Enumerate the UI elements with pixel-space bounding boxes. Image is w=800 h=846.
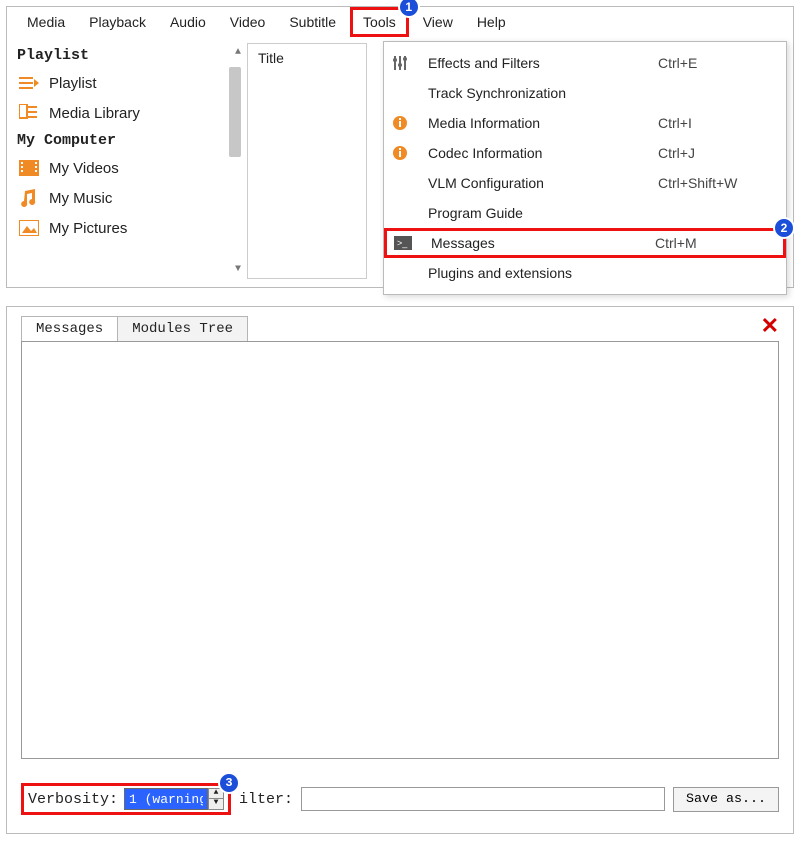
menuitem-messages[interactable]: >_ Messages Ctrl+M 2 — [384, 228, 786, 258]
callout-badge-2: 2 — [773, 217, 795, 239]
menuitem-shortcut: Ctrl+J — [658, 145, 778, 161]
blank-icon — [390, 203, 410, 223]
menu-tools[interactable]: Tools 1 — [350, 7, 409, 37]
sidebar-item-videos[interactable]: My Videos — [17, 153, 243, 183]
menu-help[interactable]: Help — [467, 10, 516, 34]
verbosity-spinner[interactable]: ▲ ▼ — [124, 788, 224, 810]
sidebar-item-pictures[interactable]: My Pictures — [17, 213, 243, 243]
menuitem-shortcut: Ctrl+M — [655, 235, 775, 251]
messages-output-area[interactable] — [21, 341, 779, 759]
pictures-icon — [19, 219, 39, 237]
tabs-row: Messages Modules Tree ✕ — [21, 315, 779, 341]
menuitem-label: Codec Information — [424, 145, 658, 161]
sidebar-item-music[interactable]: My Music — [17, 183, 243, 213]
messages-window: Messages Modules Tree ✕ Verbosity: ▲ ▼ 3… — [6, 306, 794, 834]
menu-subtitle[interactable]: Subtitle — [279, 10, 346, 34]
menuitem-shortcut: Ctrl+E — [658, 55, 778, 71]
info-icon — [390, 143, 410, 163]
column-title: Title — [258, 50, 284, 66]
videos-icon — [19, 159, 39, 177]
verbosity-group: Verbosity: ▲ ▼ 3 — [21, 783, 231, 815]
menuitem-label: Track Synchronization — [424, 85, 658, 101]
close-icon[interactable]: ✕ — [761, 313, 779, 339]
music-icon — [19, 189, 39, 207]
blank-icon — [390, 173, 410, 193]
menuitem-vlm-config[interactable]: VLM Configuration Ctrl+Shift+W — [384, 168, 786, 198]
menu-view[interactable]: View — [413, 10, 463, 34]
media-library-icon — [19, 104, 39, 122]
menubar: Media Playback Audio Video Subtitle Tool… — [7, 7, 793, 37]
vlc-main-window: Media Playback Audio Video Subtitle Tool… — [6, 6, 794, 288]
sidebar-item-label: My Pictures — [49, 220, 127, 237]
sidebar-item-label: Playlist — [49, 75, 97, 92]
menuitem-effects-filters[interactable]: Effects and Filters Ctrl+E — [384, 48, 786, 78]
save-as-button[interactable]: Save as... — [673, 787, 779, 812]
menuitem-plugins[interactable]: Plugins and extensions — [384, 258, 786, 288]
playlist-icon — [19, 74, 39, 92]
verbosity-input[interactable] — [124, 788, 208, 810]
sidebar: ▲ ▼ Playlist Playlist Media Library My C… — [7, 37, 247, 285]
menu-tools-label: Tools — [363, 14, 396, 30]
spin-down-icon[interactable]: ▼ — [209, 799, 223, 809]
menu-media[interactable]: Media — [17, 10, 75, 34]
menu-video[interactable]: Video — [220, 10, 276, 34]
verbosity-label: Verbosity: — [28, 791, 118, 808]
menuitem-codec-info[interactable]: Codec Information Ctrl+J — [384, 138, 786, 168]
sidebar-section-playlist: Playlist — [17, 43, 243, 68]
menuitem-label: Plugins and extensions — [424, 265, 658, 281]
menuitem-label: Messages — [427, 235, 655, 251]
sidebar-item-label: My Videos — [49, 160, 119, 177]
scrollbar-thumb[interactable] — [229, 67, 241, 157]
filter-label: ilter: — [239, 791, 293, 808]
blank-icon — [390, 83, 410, 103]
blank-icon — [390, 263, 410, 283]
sidebar-item-label: Media Library — [49, 105, 140, 122]
menuitem-shortcut: Ctrl+I — [658, 115, 778, 131]
filter-input[interactable] — [301, 787, 665, 811]
bottom-controls: Verbosity: ▲ ▼ 3 ilter: Save as... — [21, 783, 779, 815]
sidebar-item-media-library[interactable]: Media Library — [17, 98, 243, 128]
tab-messages[interactable]: Messages — [21, 316, 118, 341]
sliders-icon — [390, 53, 410, 73]
sidebar-item-label: My Music — [49, 190, 112, 207]
menu-playback[interactable]: Playback — [79, 10, 156, 34]
sidebar-section-mycomputer: My Computer — [17, 128, 243, 153]
menu-audio[interactable]: Audio — [160, 10, 216, 34]
menuitem-media-info[interactable]: Media Information Ctrl+I — [384, 108, 786, 138]
menuitem-shortcut: Ctrl+Shift+W — [658, 175, 778, 191]
tools-dropdown: Effects and Filters Ctrl+E Track Synchro… — [383, 41, 787, 295]
playlist-header: Title — [247, 43, 367, 279]
callout-badge-3: 3 — [218, 772, 240, 794]
info-icon — [390, 113, 410, 133]
svg-text:>_: >_ — [397, 238, 408, 248]
terminal-icon: >_ — [393, 233, 413, 253]
sidebar-item-playlist[interactable]: Playlist — [17, 68, 243, 98]
menuitem-label: Media Information — [424, 115, 658, 131]
menuitem-label: VLM Configuration — [424, 175, 658, 191]
scroll-down-icon[interactable]: ▼ — [235, 264, 241, 275]
menuitem-track-sync[interactable]: Track Synchronization — [384, 78, 786, 108]
scroll-up-icon[interactable]: ▲ — [235, 47, 241, 58]
menuitem-program-guide[interactable]: Program Guide — [384, 198, 786, 228]
menuitem-label: Effects and Filters — [424, 55, 658, 71]
tab-modules-tree[interactable]: Modules Tree — [117, 316, 248, 341]
menuitem-label: Program Guide — [424, 205, 658, 221]
